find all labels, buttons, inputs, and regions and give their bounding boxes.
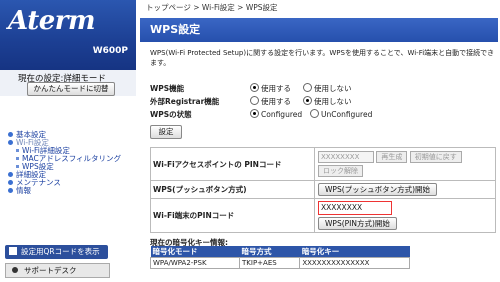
main-content: トップページ > Wi-Fi設定 > WPS設定 WPS設定 WPS(Wi-Fi… — [140, 0, 500, 282]
ext-registrar-on-radio[interactable]: 使用する — [250, 96, 291, 107]
radio-icon — [303, 83, 312, 92]
sidebar: Aterm W600P 現在の設定:詳細モード かんたんモードに切替 基本設定 … — [0, 0, 136, 282]
push-button-cell: WPS(プッシュボタン方式)開始 — [314, 180, 496, 199]
breadcrumb: トップページ > Wi-Fi設定 > WPS設定 — [146, 3, 278, 12]
reset-default-button[interactable]: 初期値に戻す — [409, 151, 462, 163]
set-button[interactable]: 設定 — [150, 125, 182, 139]
wps-table: Wi-Fiアクセスポイントの PINコード XXXXXXXX 再生成 初期値に戻… — [150, 147, 496, 233]
ap-pin-label: Wi-Fiアクセスポイントの PINコード — [150, 147, 315, 181]
ap-pin-cell: XXXXXXXX 再生成 初期値に戻す ロック解除 — [314, 147, 496, 181]
radio-icon — [250, 96, 259, 105]
wps-state-unconfigured-label: UnConfigured — [321, 110, 373, 119]
ext-registrar-label: 外部Registrar機能 — [150, 97, 220, 106]
aterm-logo: Aterm — [8, 6, 95, 36]
bullet-icon — [8, 172, 13, 177]
ext-registrar-off-radio[interactable]: 使用しない — [303, 96, 352, 107]
qr-icon — [9, 247, 17, 255]
bullet-icon — [8, 140, 13, 145]
support-icon — [12, 267, 18, 273]
menu-info-label: 情報 — [16, 186, 31, 195]
regenerate-button[interactable]: 再生成 — [376, 151, 408, 163]
support-button-label: サポートデスク — [24, 266, 77, 275]
radio-icon — [310, 109, 319, 118]
enc-header-method: 暗号方式 — [239, 246, 300, 258]
wps-state-unconfigured-radio[interactable]: UnConfigured — [310, 109, 372, 119]
enc-mode-value: WPA/WPA2-PSK — [149, 257, 241, 269]
sub-bullet-icon — [16, 165, 19, 168]
qr-code-button[interactable]: 設定用QRコードを表示 — [5, 245, 108, 259]
wps-function-off-radio[interactable]: 使用しない — [303, 83, 352, 94]
client-pin-label: Wi-Fi端末のPINコード — [150, 198, 315, 233]
radio-icon — [250, 83, 259, 92]
switch-mode-button[interactable]: かんたんモードに切替 — [27, 82, 115, 96]
wps-state-label: WPSの状態 — [150, 110, 192, 119]
wps-function-off-label: 使用しない — [314, 84, 352, 93]
enc-header-mode: 暗号化モード — [150, 246, 240, 258]
enc-key-value: XXXXXXXXXXXXXX — [299, 257, 410, 269]
encryption-table: 暗号化モード 暗号方式 暗号化キー WPA/WPA2-PSK TKIP+AES … — [149, 246, 410, 269]
page-title: WPS設定 — [140, 18, 498, 42]
ext-registrar-on-label: 使用する — [261, 97, 291, 106]
model-name: W600P — [92, 46, 128, 56]
wps-state-configured-radio[interactable]: Configured — [250, 109, 302, 119]
menu-info[interactable]: 情報 — [8, 187, 31, 195]
client-pin-input[interactable]: XXXXXXXX — [318, 201, 392, 215]
wps-function-on-radio[interactable]: 使用する — [250, 83, 291, 94]
qr-button-label: 設定用QRコードを表示 — [21, 247, 100, 256]
ap-pin-field: XXXXXXXX — [318, 151, 374, 163]
ext-registrar-off-label: 使用しない — [314, 97, 352, 106]
page-description: WPS(Wi-Fi Protected Setup)に関する設定を行います。WP… — [150, 49, 495, 67]
bullet-icon — [8, 132, 13, 137]
wps-pin-start-button[interactable]: WPS(PIN方式)開始 — [318, 217, 397, 230]
bullet-icon — [8, 180, 13, 185]
radio-icon — [250, 109, 259, 118]
wps-push-start-button[interactable]: WPS(プッシュボタン方式)開始 — [318, 183, 438, 196]
sub-bullet-icon — [16, 149, 19, 152]
client-pin-cell: XXXXXXXX WPS(PIN方式)開始 — [314, 198, 496, 233]
bullet-icon — [8, 188, 13, 193]
wps-state-configured-label: Configured — [261, 110, 303, 119]
sub-bullet-icon — [16, 157, 19, 160]
wps-function-on-label: 使用する — [261, 84, 291, 93]
wps-function-label: WPS機能 — [150, 84, 185, 93]
radio-icon — [303, 96, 312, 105]
unlock-button[interactable]: ロック解除 — [318, 165, 363, 177]
support-desk-button[interactable]: サポートデスク — [5, 263, 110, 278]
push-button-label: WPS(プッシュボタン方式) — [150, 180, 315, 199]
enc-method-value: TKIP+AES — [239, 257, 301, 269]
enc-header-key: 暗号化キー — [299, 246, 410, 258]
